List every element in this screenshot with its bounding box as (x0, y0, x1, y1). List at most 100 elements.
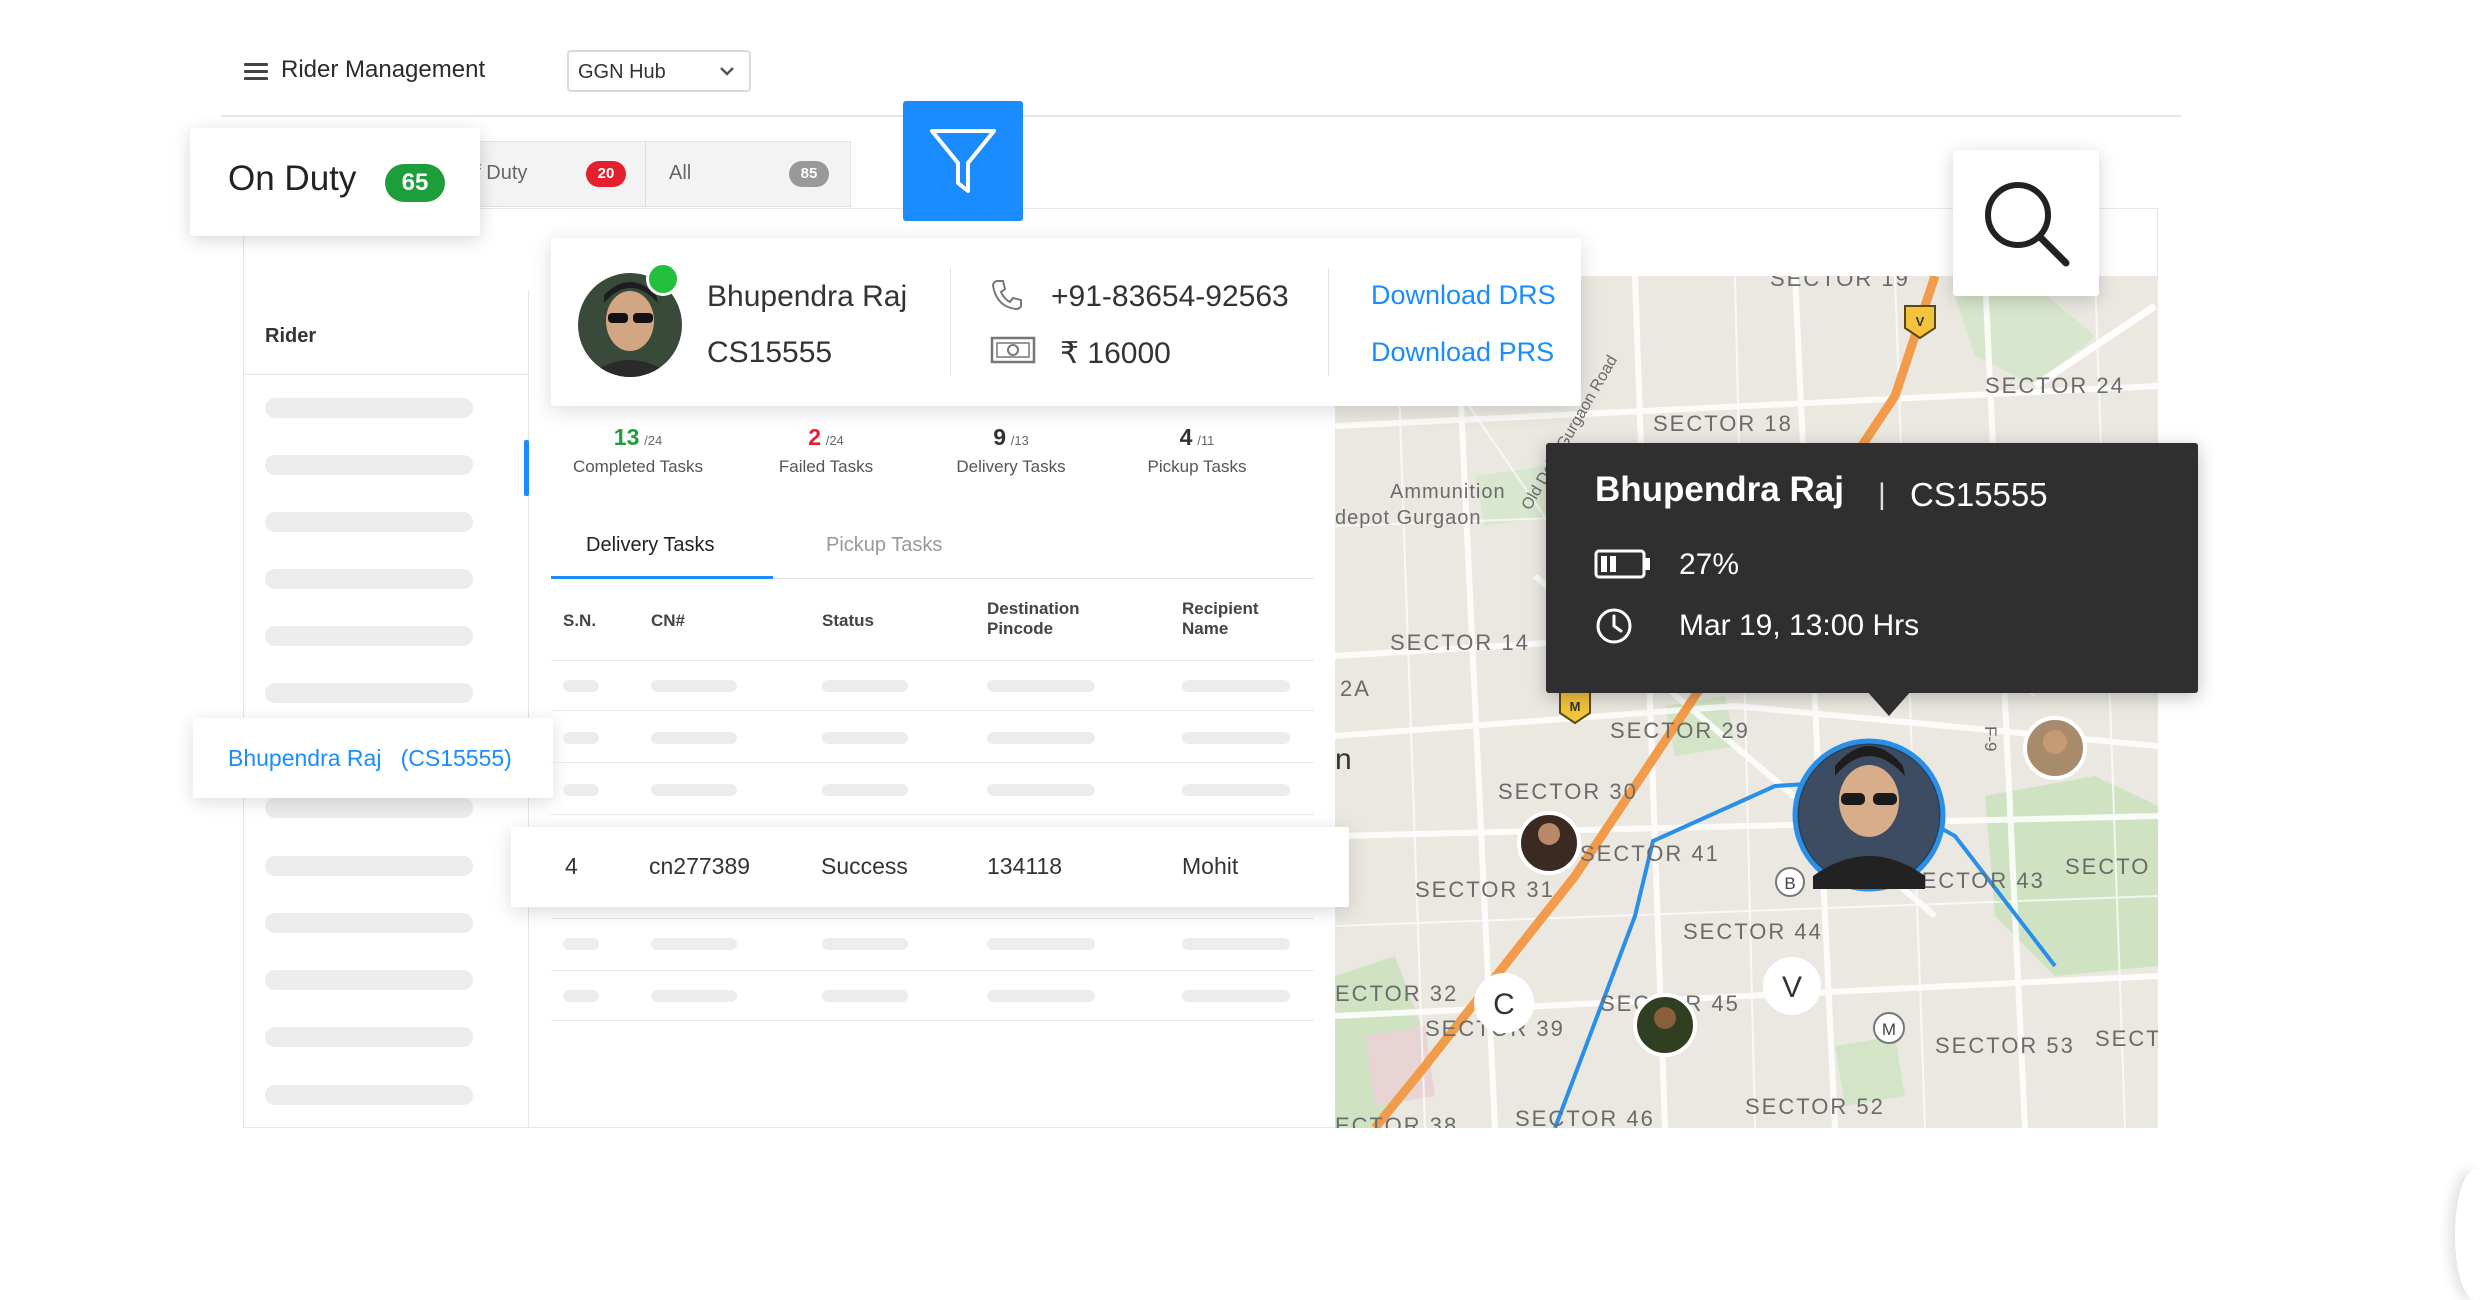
table-cell-placeholder (651, 938, 737, 950)
tooltip-rider-code: CS15555 (1910, 476, 2048, 513)
table-cell-placeholder (987, 990, 1095, 1002)
rider-list-item-placeholder[interactable] (265, 856, 473, 876)
tab-pickup-tasks[interactable]: Pickup Tasks (826, 534, 942, 557)
map-label: SECTOR 44 (1683, 919, 1823, 944)
rider-list-item-placeholder[interactable] (265, 798, 473, 818)
table-row[interactable] (563, 680, 599, 692)
stat-completed-tasks: 13 /24 Completed Tasks (553, 424, 723, 477)
map-label: SECTOR 18 (1653, 411, 1793, 436)
stat-failed-tasks: 2 /24 Failed Tasks (741, 424, 911, 477)
rider-cash: ₹ 16000 (1060, 337, 1171, 370)
stat-total: /24 (644, 433, 663, 448)
table-cell-placeholder (1182, 990, 1290, 1002)
table-row[interactable] (563, 938, 599, 950)
table-cell-placeholder (651, 732, 737, 744)
phone-icon (991, 280, 1022, 311)
selected-rider-marker[interactable] (1792, 738, 1946, 892)
map-label: ECTOR 32 (1335, 981, 1458, 1006)
rider-list-item-placeholder[interactable] (265, 455, 473, 475)
rider-header-divider (243, 374, 528, 375)
stat-total: /11 (1197, 433, 1215, 448)
all-count-badge: 85 (789, 161, 829, 187)
map-label: M (1570, 699, 1581, 714)
filter-button[interactable] (903, 101, 1023, 221)
map-label: SECTOR 31 (1415, 877, 1555, 902)
stat-value: 4 (1179, 424, 1193, 450)
table-cell-placeholder (1182, 732, 1290, 744)
tooltip-arrow (1866, 690, 1912, 716)
table-cell-placeholder (651, 990, 737, 1002)
search-button[interactable] (1953, 150, 2099, 296)
hamburger-icon[interactable] (244, 63, 268, 81)
rider-column-header: Rider (265, 325, 317, 347)
rider-code: CS15555 (707, 336, 833, 369)
stat-value: 9 (993, 424, 1006, 450)
table-row[interactable] (563, 732, 599, 744)
map-label: SECT (2095, 1026, 2158, 1051)
map-label: SECTOR 24 (1985, 373, 2125, 398)
map-label: n (1335, 743, 1354, 776)
table-row[interactable] (563, 784, 599, 796)
map-label: SECTOR 41 (1580, 841, 1720, 866)
tab-divider (645, 141, 646, 207)
table-cell-placeholder (822, 732, 908, 744)
map-label: M (1882, 1020, 1896, 1039)
table-row[interactable] (563, 990, 599, 1002)
row-sn: 4 (565, 853, 578, 879)
rider-list-item-placeholder[interactable] (265, 1085, 473, 1105)
rider-name: Bhupendra Raj (707, 280, 908, 313)
download-drs-link[interactable]: Download DRS (1371, 280, 1556, 311)
download-prs-link[interactable]: Download PRS (1371, 337, 1554, 368)
header-divider (221, 115, 2181, 117)
table-cell-placeholder (987, 938, 1095, 950)
active-tab-underline (551, 576, 773, 579)
table-cell-placeholder (822, 938, 908, 950)
tab-delivery-tasks[interactable]: Delivery Tasks (586, 534, 715, 557)
off-duty-count-badge: 20 (586, 161, 626, 187)
rider-marker[interactable] (2023, 716, 2087, 780)
table-row-divider (551, 1020, 1314, 1021)
stat-delivery-tasks: 9 /13 Delivery Tasks (926, 424, 1096, 477)
clock-icon (1596, 608, 1632, 644)
map-label: C (1493, 988, 1515, 1021)
stat-pickup-tasks: 4 /11 Pickup Tasks (1112, 424, 1282, 477)
table-header-recipient: Recipient Name (1182, 599, 1259, 638)
stat-total: /13 (1010, 433, 1029, 448)
row-status: Success (821, 853, 908, 879)
rider-marker[interactable] (1633, 993, 1697, 1057)
hub-select[interactable]: GGN Hub (567, 50, 751, 92)
table-cell-placeholder (651, 784, 737, 796)
rider-list-item-placeholder[interactable] (265, 398, 473, 418)
filter-funnel-icon (930, 129, 996, 193)
table-header-status: Status (822, 611, 874, 630)
rider-list-item-placeholder[interactable] (265, 512, 473, 532)
table-row-divider (551, 762, 1314, 763)
row-recipient: Mohit (1182, 853, 1239, 879)
rider-marker[interactable] (1517, 811, 1581, 875)
rider-list-item-placeholder[interactable] (265, 970, 473, 990)
row-pincode: 134118 (987, 853, 1063, 879)
rider-list-divider (528, 290, 529, 1128)
tab-all[interactable]: All (669, 162, 691, 185)
table-cell-placeholder (1182, 784, 1290, 796)
rider-list-item-placeholder[interactable] (265, 626, 473, 646)
map-label: SECTOR 52 (1745, 1094, 1885, 1119)
profile-divider (950, 268, 951, 376)
map-label: depot Gurgaon (1335, 507, 1481, 529)
table-header-pincode: Destination Pincode (987, 599, 1080, 638)
map-label: SECTOR 14 (1390, 630, 1530, 655)
map-label: Ammunition (1390, 481, 1506, 503)
tooltip-last-seen: Mar 19, 13:00 Hrs (1679, 609, 1920, 642)
stat-total: /24 (825, 433, 844, 448)
rider-list-item-placeholder[interactable] (265, 569, 473, 589)
rider-list-item-placeholder[interactable] (265, 1027, 473, 1047)
rider-profile-card (551, 238, 1581, 406)
map-label: SECTOR 19 (1770, 276, 1910, 291)
map-label: SECTO (2065, 854, 2150, 879)
rider-list-item-placeholder[interactable] (265, 683, 473, 703)
rider-list-item-placeholder[interactable] (265, 913, 473, 933)
search-icon (1985, 182, 2070, 267)
tooltip-battery-level: 27% (1679, 548, 1740, 581)
table-row-divider (551, 970, 1314, 971)
map-label: SECTOR 29 (1610, 718, 1750, 743)
